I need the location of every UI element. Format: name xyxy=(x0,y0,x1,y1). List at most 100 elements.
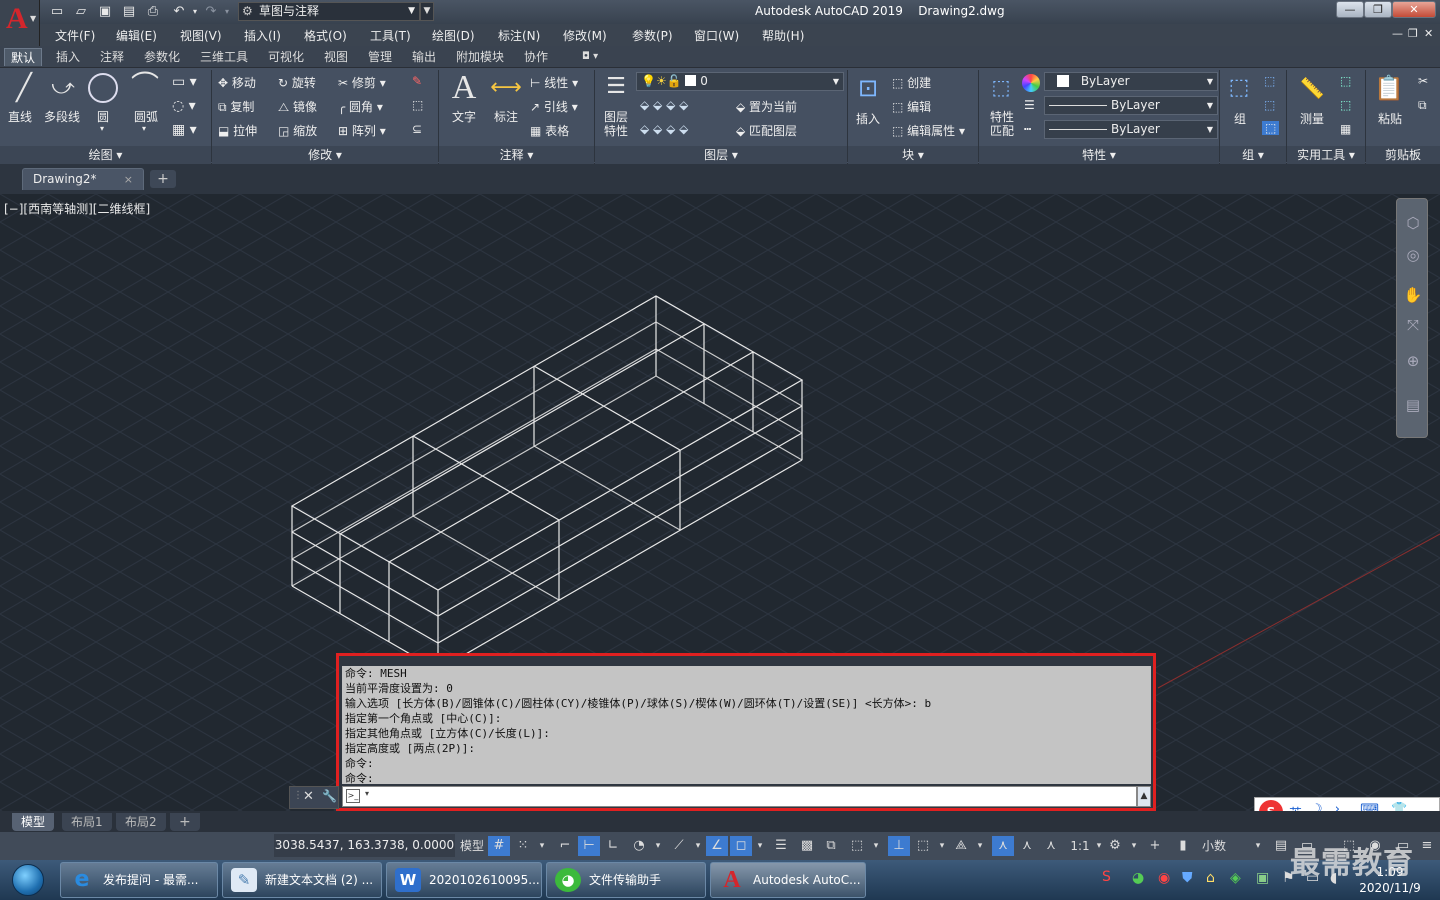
weibo-tray-icon[interactable]: ◉ xyxy=(1158,870,1170,886)
selection-cycling-icon[interactable]: ⧉ xyxy=(820,836,842,856)
tab-visualize[interactable]: 可视化 xyxy=(262,48,310,66)
cut-icon[interactable]: ✂ xyxy=(1418,74,1428,88)
redo-dropdown-icon[interactable]: ▾ xyxy=(218,3,236,21)
stretch-button[interactable]: ⬓ 拉伸 xyxy=(218,122,257,139)
menu-draw[interactable]: 绘图(D) xyxy=(432,27,475,44)
open-icon[interactable]: ▱ xyxy=(72,3,90,21)
explode-icon[interactable]: ⬚ xyxy=(412,98,423,112)
restore-button[interactable]: ❐ xyxy=(1364,1,1392,18)
panel-utilities-title[interactable]: 实用工具 ▾ xyxy=(1287,146,1365,164)
match-layer-button[interactable]: ⬙ 匹配图层 xyxy=(736,122,797,139)
security-tray-icon[interactable]: ⛊ xyxy=(1182,870,1193,886)
3d-osnap-icon[interactable]: ⬚ xyxy=(846,836,868,856)
tab-manage[interactable]: 管理 xyxy=(362,48,398,66)
tab-annotate[interactable]: 注释 xyxy=(94,48,130,66)
linear-button[interactable]: ⊢ 线性 ▾ xyxy=(530,74,578,91)
create-block-button[interactable]: ⬚ 创建 xyxy=(892,74,931,91)
tab-3d-tools[interactable]: 三维工具 xyxy=(194,48,254,66)
measure-button[interactable]: 测量 xyxy=(1300,110,1324,127)
start-button[interactable] xyxy=(0,860,56,900)
table-button[interactable]: ▦ 表格 xyxy=(530,122,569,139)
menu-modify[interactable]: 修改(M) xyxy=(563,27,607,44)
menu-dimension[interactable]: 标注(N) xyxy=(498,27,540,44)
auto-scale-icon[interactable]: ⋏ xyxy=(1016,836,1038,856)
command-scroll-up[interactable]: ▲ xyxy=(1137,786,1151,807)
isodraft-dropdown-icon[interactable]: ▾ xyxy=(692,836,704,856)
layer-select[interactable]: 💡☀🔓 0 ▼ xyxy=(636,72,844,91)
workspace-dropdown-icon[interactable]: ▾ xyxy=(1128,836,1140,856)
add-layout-icon[interactable]: + xyxy=(170,813,200,831)
circle-button[interactable]: 圆 xyxy=(97,108,109,125)
grip-icon[interactable]: ⋮ xyxy=(293,790,303,801)
array-button[interactable]: ⊞ 阵列 ▾ xyxy=(338,122,386,139)
customize-quick-access-button[interactable]: ▼ xyxy=(420,2,434,21)
viewport-controls[interactable]: [−][西南等轴测][二维线框] xyxy=(4,200,150,217)
polar-icon[interactable]: ◔ xyxy=(628,836,650,856)
panel-draw-title[interactable]: 绘图 ▾ xyxy=(0,146,211,164)
group-select-icon[interactable]: ⬚ xyxy=(1262,121,1280,135)
panel-layers-title[interactable]: 图层 ▾ xyxy=(595,146,847,164)
isodraft-icon[interactable]: ⟋ xyxy=(668,836,690,856)
doc-minimize-icon[interactable]: — xyxy=(1392,27,1403,40)
infer-constraints-icon[interactable]: ⌐ xyxy=(554,836,576,856)
scale-button[interactable]: ◲ 缩放 xyxy=(278,122,317,139)
edit-block-button[interactable]: ⬚ 编辑 xyxy=(892,98,931,115)
close-button[interactable]: ✕ xyxy=(1392,1,1436,18)
rotate-button[interactable]: ↻ 旋转 xyxy=(278,74,316,91)
snap-icon[interactable]: ⁙ xyxy=(512,836,534,856)
orbit-icon[interactable]: ⊕ xyxy=(1403,351,1423,371)
zoom-extents-icon[interactable]: ⤧ xyxy=(1403,315,1423,335)
filter-dropdown-icon[interactable]: ▾ xyxy=(936,836,948,856)
units-icon[interactable]: ▮ xyxy=(1172,836,1194,856)
menu-edit[interactable]: 编辑(E) xyxy=(116,27,157,44)
tab-default[interactable]: 默认 xyxy=(4,48,43,66)
panel-annotation-title[interactable]: 注释 ▾ xyxy=(439,146,594,164)
rectangle-icon[interactable]: ▭ ▾ xyxy=(172,74,197,90)
units-value[interactable]: 小数 xyxy=(1196,836,1232,856)
erase-icon[interactable]: ✎ xyxy=(412,74,422,88)
taskbar-item-wechat[interactable]: ◕ 文件传输助手 xyxy=(546,862,706,898)
panel-modify-title[interactable]: 修改 ▾ xyxy=(212,146,438,164)
application-menu-button[interactable]: A ▼ xyxy=(0,0,40,46)
mirror-button[interactable]: ⧍ 镜像 xyxy=(278,98,317,115)
command-prompt-icon[interactable]: >_ xyxy=(346,789,360,803)
scale-dropdown-icon[interactable]: ▾ xyxy=(1094,836,1104,856)
network-tray-icon[interactable]: ⌂ xyxy=(1206,870,1215,886)
taskbar-item-notepad[interactable]: ✎ 新建文本文档 (2) ... xyxy=(222,862,382,898)
polyline-button[interactable]: 多段线 xyxy=(44,108,80,125)
close-icon[interactable]: × xyxy=(124,169,133,190)
insert-block-button[interactable]: 插入 xyxy=(856,110,880,127)
tab-layout1[interactable]: 布局1 xyxy=(62,813,112,831)
workspace-select[interactable]: ⚙ 草图与注释 ▼ xyxy=(238,2,420,21)
panel-properties-title[interactable]: 特性 ▾ xyxy=(979,146,1219,164)
tab-parametric[interactable]: 参数化 xyxy=(138,48,186,66)
file-tab-drawing2[interactable]: Drawing2* × xyxy=(22,168,144,190)
fillet-button[interactable]: ╭ 圆角 ▾ xyxy=(338,98,383,115)
minimize-button[interactable]: — xyxy=(1336,1,1364,18)
sogou-tray-icon[interactable]: S xyxy=(1102,869,1111,885)
menu-help[interactable]: 帮助(H) xyxy=(762,27,804,44)
annotation-visibility-icon[interactable]: ⋏ xyxy=(992,836,1014,856)
match-properties-button[interactable]: 特性 匹配 xyxy=(990,110,1014,138)
print-icon[interactable]: ⎙ xyxy=(144,3,162,21)
save-icon[interactable]: ▣ xyxy=(96,3,114,21)
model-space-button[interactable]: 模型 xyxy=(458,836,486,856)
taskbar-item-autocad[interactable]: A Autodesk AutoC... xyxy=(710,862,866,898)
layer-tools-row2-icon[interactable]: ⬙ ⬙ ⬙ ⬙ xyxy=(640,122,688,136)
hatch-icon[interactable]: ◌ ▾ xyxy=(172,98,196,114)
ortho-icon[interactable]: ∟ xyxy=(602,836,624,856)
group-edit-icon[interactable]: ⬚ xyxy=(1264,98,1275,112)
arc-button[interactable]: 圆弧 xyxy=(134,108,158,125)
copy-clip-icon[interactable]: ⧉ xyxy=(1418,98,1427,113)
quick-properties-icon[interactable]: ▤ xyxy=(1270,836,1292,856)
annotation-scale-value[interactable]: 1:1 xyxy=(1064,836,1096,856)
offset-icon[interactable]: ⊆ xyxy=(412,122,422,136)
nvidia-tray-icon[interactable]: ▣ xyxy=(1256,870,1269,886)
linetype-select[interactable]: ByLayer ▼ xyxy=(1044,120,1218,139)
layer-tools-row1-icon[interactable]: ⬙ ⬙ ⬙ ⬙ xyxy=(640,98,688,112)
calculator-icon[interactable]: ▦ xyxy=(1340,122,1351,136)
color-wheel-icon[interactable] xyxy=(1022,74,1040,92)
selection-filter-icon[interactable]: ⬚ xyxy=(912,836,934,856)
menu-window[interactable]: 窗口(W) xyxy=(694,27,739,44)
trim-button[interactable]: ✂ 修剪 ▾ xyxy=(338,74,386,91)
